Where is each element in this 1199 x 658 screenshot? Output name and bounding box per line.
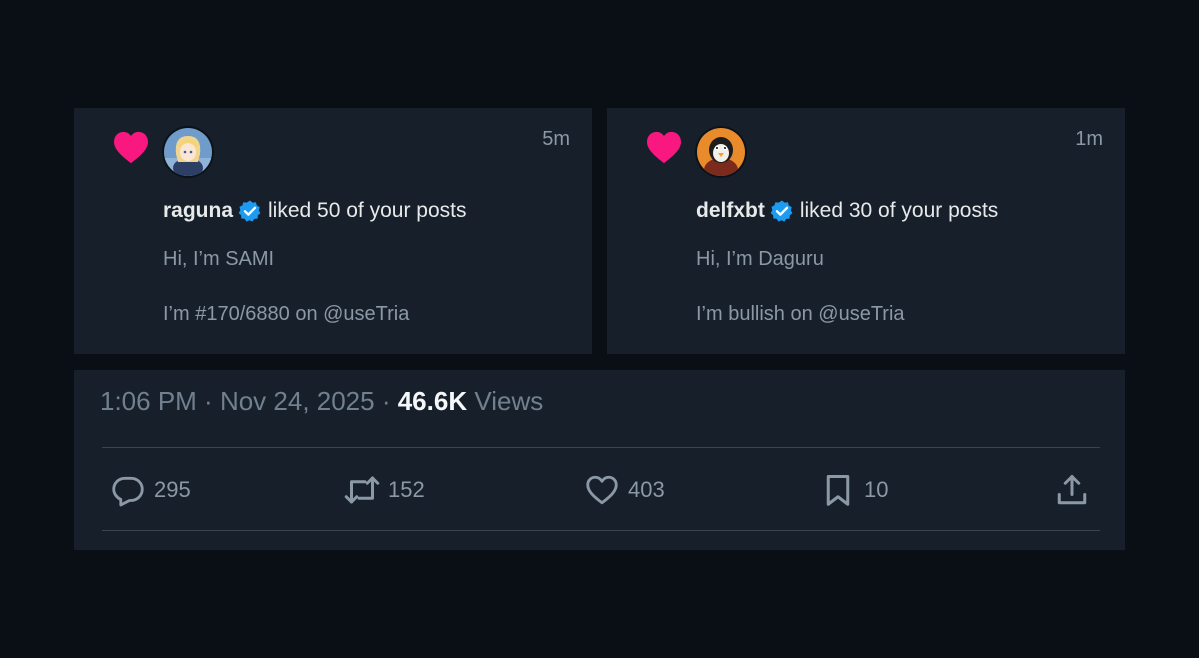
notification-time: 5m — [542, 128, 570, 150]
username-link[interactable]: delfxbt — [696, 199, 765, 223]
reply-count: 295 — [154, 477, 191, 502]
post-meta: 1:06 PM · Nov 24, 2025 · 46.6K Views — [100, 386, 544, 416]
avatar-delfxbt[interactable] — [697, 128, 745, 176]
notification-card-raguna[interactable]: 5m raguna liked 50 of your posts Hi, I’m… — [74, 108, 592, 354]
share-icon — [1057, 475, 1087, 505]
notification-summary: raguna liked 50 of your posts — [163, 199, 466, 223]
retweet-icon — [344, 476, 380, 504]
share-button[interactable] — [1054, 472, 1090, 508]
post-preview-line-2: I’m #170/6880 on @useTria — [163, 303, 410, 325]
views-count[interactable]: 46.6K — [398, 386, 467, 416]
notification-card-delfxbt[interactable]: 1m delfxbt liked 30 of your posts Hi, I’… — [607, 108, 1125, 354]
divider — [102, 447, 1100, 448]
bookmark-icon — [826, 475, 850, 506]
bookmark-count: 10 — [864, 477, 889, 502]
bookmark-button[interactable]: 10 — [820, 472, 888, 508]
reply-icon — [112, 476, 144, 507]
heart-icon — [114, 131, 148, 164]
like-button[interactable]: 403 — [584, 472, 665, 508]
divider — [102, 530, 1100, 531]
retweet-count: 152 — [388, 477, 425, 502]
username-link[interactable]: raguna — [163, 199, 233, 223]
post-date[interactable]: Nov 24, 2025 — [220, 386, 375, 416]
verified-badge-icon — [770, 200, 793, 222]
reply-button[interactable]: 295 — [110, 472, 191, 508]
notification-summary: delfxbt liked 30 of your posts — [696, 199, 998, 223]
verified-badge-icon — [238, 200, 261, 222]
post-preview-line-1: Hi, I’m Daguru — [696, 248, 824, 270]
retweet-button[interactable]: 152 — [344, 472, 425, 508]
post-preview-line-1: Hi, I’m SAMI — [163, 248, 275, 270]
like-icon — [586, 475, 618, 505]
views-label: Views — [467, 386, 544, 416]
heart-icon — [647, 131, 681, 164]
notification-time: 1m — [1075, 128, 1103, 150]
post-stats-card: 1:06 PM · Nov 24, 2025 · 46.6K Views 295… — [74, 370, 1125, 550]
avatar-raguna[interactable] — [164, 128, 212, 176]
notification-action-text: liked 50 of your posts — [268, 199, 467, 222]
post-preview-line-2: I’m bullish on @useTria — [696, 303, 905, 325]
notification-action-text: liked 30 of your posts — [799, 199, 999, 222]
like-count: 403 — [628, 477, 665, 502]
post-time[interactable]: 1:06 PM — [100, 386, 197, 416]
